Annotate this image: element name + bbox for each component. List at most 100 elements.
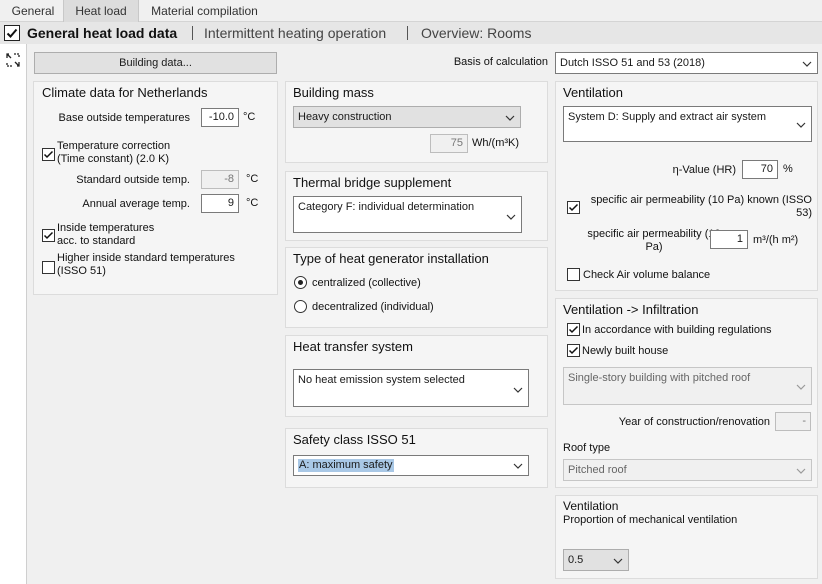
year-input: - bbox=[775, 412, 811, 431]
chevron-down-icon bbox=[506, 214, 516, 220]
air-perm-label: specific air permeability (10 Pa) bbox=[587, 228, 721, 253]
thermal-bridge-value: Category F: individual determination bbox=[298, 201, 475, 213]
checkmark-icon bbox=[6, 28, 18, 38]
basis-select[interactable]: Dutch ISSO 51 and 53 (2018) bbox=[555, 52, 818, 74]
tab-heat-load[interactable]: Heat load bbox=[63, 0, 139, 22]
chevron-down-icon bbox=[505, 115, 515, 121]
heat-generator-title: Type of heat generator installation bbox=[293, 251, 489, 266]
heat-generator-panel: Type of heat generator installation cent… bbox=[285, 247, 548, 328]
year-label: Year of construction/renovation bbox=[618, 416, 770, 428]
checkmark-icon bbox=[568, 325, 579, 334]
base-outside-label: Base outside temperatures bbox=[58, 112, 190, 124]
basis-label: Basis of calculation bbox=[453, 56, 548, 68]
thermal-bridge-title: Thermal bridge supplement bbox=[293, 175, 452, 190]
climate-panel: Climate data for Netherlands Base outsid… bbox=[33, 81, 278, 295]
top-tab-bar: General Heat load Material compilation bbox=[0, 0, 822, 22]
newly-built-checkbox[interactable] bbox=[567, 344, 580, 357]
building-mass-panel: Building mass Heavy construction 75 Wh/(… bbox=[285, 81, 548, 163]
basis-value: Dutch ISSO 51 and 53 (2018) bbox=[560, 57, 705, 69]
higher-inside-label-2: (ISSO 51) bbox=[57, 265, 106, 277]
annual-avg-label: Annual average temp. bbox=[82, 198, 190, 210]
building-mass-title: Building mass bbox=[293, 85, 374, 100]
infiltration-title: Ventilation -> Infiltration bbox=[563, 302, 699, 317]
ventilation-panel: Ventilation System D: Supply and extract… bbox=[555, 81, 818, 291]
enable-checkbox[interactable] bbox=[4, 25, 20, 41]
chevron-down-icon bbox=[802, 61, 812, 67]
mech-vent-title: Ventilation bbox=[563, 499, 619, 513]
tab-material-compilation[interactable]: Material compilation bbox=[142, 0, 267, 22]
temp-correction-label-1: Temperature correction bbox=[57, 140, 171, 152]
centralized-radio[interactable] bbox=[294, 276, 307, 289]
subtab-intermittent-heating[interactable]: Intermittent heating operation bbox=[204, 22, 386, 44]
std-outside-unit: °C bbox=[246, 173, 259, 185]
heat-transfer-select[interactable]: No heat emission system selected bbox=[293, 369, 529, 407]
check-balance-label: Check Air volume balance bbox=[583, 269, 711, 281]
higher-inside-label-1: Higher inside standard temperatures bbox=[57, 252, 235, 264]
annual-avg-input[interactable]: 9 bbox=[201, 194, 239, 213]
infiltration-panel: Ventilation -> Infiltration In accordanc… bbox=[555, 298, 818, 488]
inside-temps-checkbox[interactable] bbox=[42, 229, 55, 242]
air-perm-known-label: specific air permeability (10 Pa) known … bbox=[590, 194, 812, 219]
building-data-button[interactable]: Building data... bbox=[34, 52, 277, 74]
chevron-down-icon bbox=[796, 384, 806, 390]
ventilation-system-select[interactable]: System D: Supply and extract air system bbox=[563, 106, 812, 142]
inside-temps-label-1: Inside temperatures bbox=[57, 222, 155, 234]
base-outside-unit: °C bbox=[243, 111, 256, 123]
divider bbox=[407, 26, 408, 40]
roof-type-value: Pitched roof bbox=[568, 464, 627, 476]
newly-built-label: Newly built house bbox=[582, 345, 669, 357]
check-balance-checkbox[interactable] bbox=[567, 268, 580, 281]
higher-inside-checkbox[interactable] bbox=[42, 261, 55, 274]
roof-type-label: Roof type bbox=[563, 442, 611, 454]
inside-temps-label-2: acc. to standard bbox=[57, 235, 136, 247]
regulations-checkbox[interactable] bbox=[567, 323, 580, 336]
safety-panel: Safety class ISSO 51 A: maximum safety bbox=[285, 428, 548, 488]
thermal-bridge-panel: Thermal bridge supplement Category F: in… bbox=[285, 171, 548, 241]
checkmark-icon bbox=[43, 231, 54, 240]
chevron-down-icon bbox=[796, 122, 806, 128]
tab-general[interactable]: General bbox=[4, 0, 62, 22]
wh-unit: Wh/(m³K) bbox=[472, 137, 520, 149]
safety-title: Safety class ISSO 51 bbox=[293, 432, 416, 447]
checkmark-icon bbox=[568, 203, 579, 212]
centralized-label: centralized (collective) bbox=[312, 277, 421, 289]
building-type-value: Single-story building with pitched roof bbox=[568, 372, 751, 384]
air-perm-known-checkbox[interactable] bbox=[567, 201, 580, 214]
chevron-down-icon bbox=[613, 558, 623, 564]
divider bbox=[192, 26, 193, 40]
subtab-overview-rooms[interactable]: Overview: Rooms bbox=[421, 22, 531, 44]
annual-avg-unit: °C bbox=[246, 197, 259, 209]
ventilation-title: Ventilation bbox=[563, 85, 623, 100]
decentralized-label: decentralized (individual) bbox=[312, 301, 434, 313]
collapse-expand-icon[interactable] bbox=[5, 52, 21, 68]
std-outside-label: Standard outside temp. bbox=[76, 174, 190, 186]
safety-select[interactable]: A: maximum safety bbox=[293, 455, 529, 476]
regulations-label: In accordance with building regulations bbox=[582, 324, 772, 336]
building-mass-value: Heavy construction bbox=[298, 111, 392, 123]
subtab-general-heat-load-data[interactable]: General heat load data bbox=[27, 22, 177, 44]
thermal-bridge-select[interactable]: Category F: individual determination bbox=[293, 196, 522, 233]
air-perm-input[interactable]: 1 bbox=[710, 230, 748, 249]
base-outside-input[interactable]: -10.0 bbox=[201, 108, 239, 127]
eta-input[interactable]: 70 bbox=[742, 160, 778, 179]
radio-dot bbox=[298, 280, 303, 285]
mech-vent-panel: Ventilation Proportion of mechanical ven… bbox=[555, 495, 818, 579]
mech-vent-value: 0.5 bbox=[568, 554, 584, 566]
temp-correction-checkbox[interactable] bbox=[42, 148, 55, 161]
wh-input: 75 bbox=[430, 134, 468, 153]
air-perm-unit: m³/(h m²) bbox=[753, 234, 799, 246]
decentralized-radio[interactable] bbox=[294, 300, 307, 313]
checkmark-icon bbox=[568, 346, 579, 355]
building-type-select: Single-story building with pitched roof bbox=[563, 367, 812, 405]
ventilation-system-value: System D: Supply and extract air system bbox=[568, 111, 767, 123]
chevron-down-icon bbox=[513, 387, 523, 393]
chevron-down-icon bbox=[796, 468, 806, 474]
mech-vent-select[interactable]: 0.5 bbox=[563, 549, 629, 571]
climate-title: Climate data for Netherlands bbox=[42, 85, 208, 100]
mech-vent-subtitle: Proportion of mechanical ventilation bbox=[563, 514, 738, 526]
subtab-bar: General heat load data Intermittent heat… bbox=[0, 22, 822, 44]
building-mass-select[interactable]: Heavy construction bbox=[293, 106, 521, 128]
heat-transfer-panel: Heat transfer system No heat emission sy… bbox=[285, 335, 548, 417]
eta-unit: % bbox=[783, 163, 793, 175]
temp-correction-label-2: (Time constant) (2.0 K) bbox=[57, 153, 170, 165]
